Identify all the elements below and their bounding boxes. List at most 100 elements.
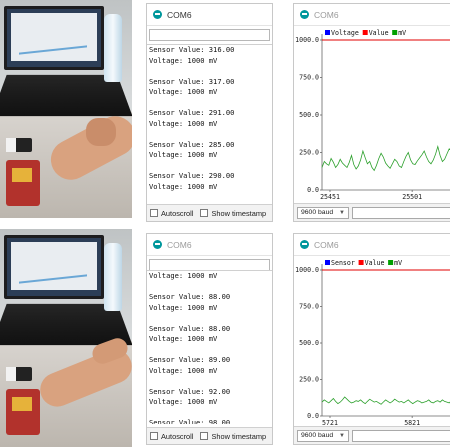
serial-monitor-window: COM6 Voltage: 1000 mV Sensor Value: 88.00…: [146, 233, 273, 445]
y-tick-label: 1000.0: [295, 36, 319, 44]
legend-label: Sensor: [331, 259, 355, 267]
legend-swatch: [362, 30, 368, 35]
legend-swatch: [358, 260, 364, 265]
window-title: COM6: [167, 9, 192, 20]
log-line: Voltage: 1000 mV: [149, 118, 218, 128]
chevron-down-icon: ▼: [339, 209, 345, 216]
log-line: Sensor Value: 88.00: [149, 292, 231, 301]
plot-svg: 1000.0 750.0 500.0 250.0 0.025451 25501 Voltag…: [295, 29, 450, 201]
photo-clenched-fist: [0, 0, 132, 218]
series-line-mv: [321, 144, 450, 172]
log-line: Sensor Value: 317.00: [149, 76, 235, 86]
baud-value: 9600 baud: [301, 209, 334, 216]
plotter-footer: 9600 baud ▼: [294, 426, 450, 444]
log-line: Sensor Value: 92.00: [149, 386, 231, 396]
window-title: COM6: [314, 239, 339, 250]
log-line: Sensor Value: 89.00: [149, 355, 231, 364]
photo-relaxed-hand: [0, 229, 132, 447]
timestamp-checkbox[interactable]: [200, 209, 209, 217]
baud-select[interactable]: 9600 baud ▼: [297, 206, 349, 219]
legend-swatch: [388, 260, 394, 265]
send-input[interactable]: [352, 429, 450, 442]
y-tick-label: 750.0: [299, 74, 319, 82]
log-line: Sensor Value: 88.00: [149, 323, 231, 333]
y-tick-label: 0.0: [307, 412, 319, 420]
autoscroll-checkbox[interactable]: [150, 209, 158, 217]
log-line: Sensor Value: 290.00: [149, 171, 235, 180]
y-tick-label: 1000.0: [295, 266, 319, 274]
monitor-titlebar: COM6: [147, 234, 272, 256]
serial-log[interactable]: Sensor Value: 316.00 Voltage: 1000 mV Sens…: [147, 44, 272, 201]
plot-area: 1000.0 750.0 500.0 250.0 0.0 5721 5821 Sensor Va…: [294, 256, 450, 430]
serial-monitor-window: COM6 Sensor Value: 316.00 Voltage: 1000 m…: [146, 3, 273, 222]
timestamp-label: Show timestamp: [211, 208, 267, 218]
baud-select[interactable]: 9600 baud ▼: [297, 429, 349, 442]
x-tick-label: 25501: [402, 193, 422, 201]
autoscroll-label: Autoscroll: [161, 431, 194, 441]
legend-label: mV: [394, 259, 402, 267]
log-line: Voltage: 1000 mV: [149, 55, 218, 65]
log-line: Voltage: 1000 mV: [149, 334, 218, 343]
log-line: Sensor Value: 316.00: [149, 45, 235, 54]
log-line: Voltage: 1000 mV: [149, 150, 218, 159]
y-tick-label: 0.0: [307, 186, 319, 194]
monitor-footer: Autoscroll Show timestamp: [147, 427, 272, 444]
plotter-footer: 9600 baud ▼: [294, 203, 450, 221]
send-input[interactable]: [352, 206, 450, 219]
y-tick-label: 500.0: [299, 339, 319, 347]
log-line: Sensor Value: 285.00: [149, 139, 235, 149]
log-line: Sensor Value: 291.00: [149, 108, 235, 117]
serial-plotter-window: COM6 1000.0 750.0 500.0 250.0 0.0 5721 5821 Sen…: [293, 233, 450, 445]
log-line: Sensor Value: 98.00: [149, 418, 231, 424]
series-line-mv: [321, 396, 450, 405]
autoscroll-label: Autoscroll: [161, 208, 194, 218]
y-tick-label: 250.0: [299, 376, 319, 384]
log-line: Voltage: 1000 mV: [149, 302, 218, 312]
y-tick-label: 500.0: [299, 111, 319, 119]
arduino-icon: [300, 240, 309, 249]
baud-value: 9600 baud: [301, 432, 334, 439]
chevron-down-icon: ▼: [339, 432, 345, 439]
legend-label: Value: [369, 29, 389, 37]
arduino-icon: [153, 10, 162, 19]
autoscroll-checkbox[interactable]: [150, 432, 158, 440]
legend-label: Value: [365, 259, 385, 267]
plotter-titlebar: COM6: [294, 234, 450, 256]
arduino-icon: [300, 10, 309, 19]
window-title: COM6: [314, 9, 339, 20]
serial-log[interactable]: Voltage: 1000 mV Sensor Value: 88.00 Volta…: [147, 270, 272, 424]
monitor-footer: Autoscroll Show timestamp: [147, 204, 272, 221]
legend-swatch: [325, 260, 330, 265]
plot-svg: 1000.0750.0500.0250.00.05721 5821Sensor Va…: [295, 259, 450, 427]
log-line: Voltage: 1000 mV: [149, 365, 218, 375]
log-line: Voltage: 1000 mV: [149, 87, 218, 96]
log-line: Voltage: 1000 mV: [149, 271, 218, 280]
legend-swatch: [325, 30, 330, 35]
legend-label: Voltage: [331, 29, 359, 37]
legend-label: mV: [398, 29, 406, 37]
log-line: Voltage: 1000 mV: [149, 181, 218, 191]
y-tick-label: 750.0: [299, 303, 319, 311]
plotter-titlebar: COM6: [294, 4, 450, 26]
monitor-titlebar: COM6: [147, 4, 272, 26]
legend-swatch: [392, 30, 398, 35]
arduino-icon: [153, 240, 162, 249]
timestamp-label: Show timestamp: [211, 431, 267, 441]
x-tick-label: 25451: [320, 193, 340, 201]
send-input[interactable]: [149, 29, 270, 41]
timestamp-checkbox[interactable]: [200, 432, 209, 440]
log-line: Voltage: 1000 mV: [149, 397, 218, 406]
y-tick-label: 250.0: [299, 149, 319, 157]
plot-area: 1000.0 750.0 500.0 250.0 0.0 25451 25501 Voltag…: [294, 26, 450, 204]
serial-plotter-window: COM6 1000.0 750.0 500.0 250.0 0.0 25451 25501 V…: [293, 3, 450, 222]
window-title: COM6: [167, 239, 192, 250]
